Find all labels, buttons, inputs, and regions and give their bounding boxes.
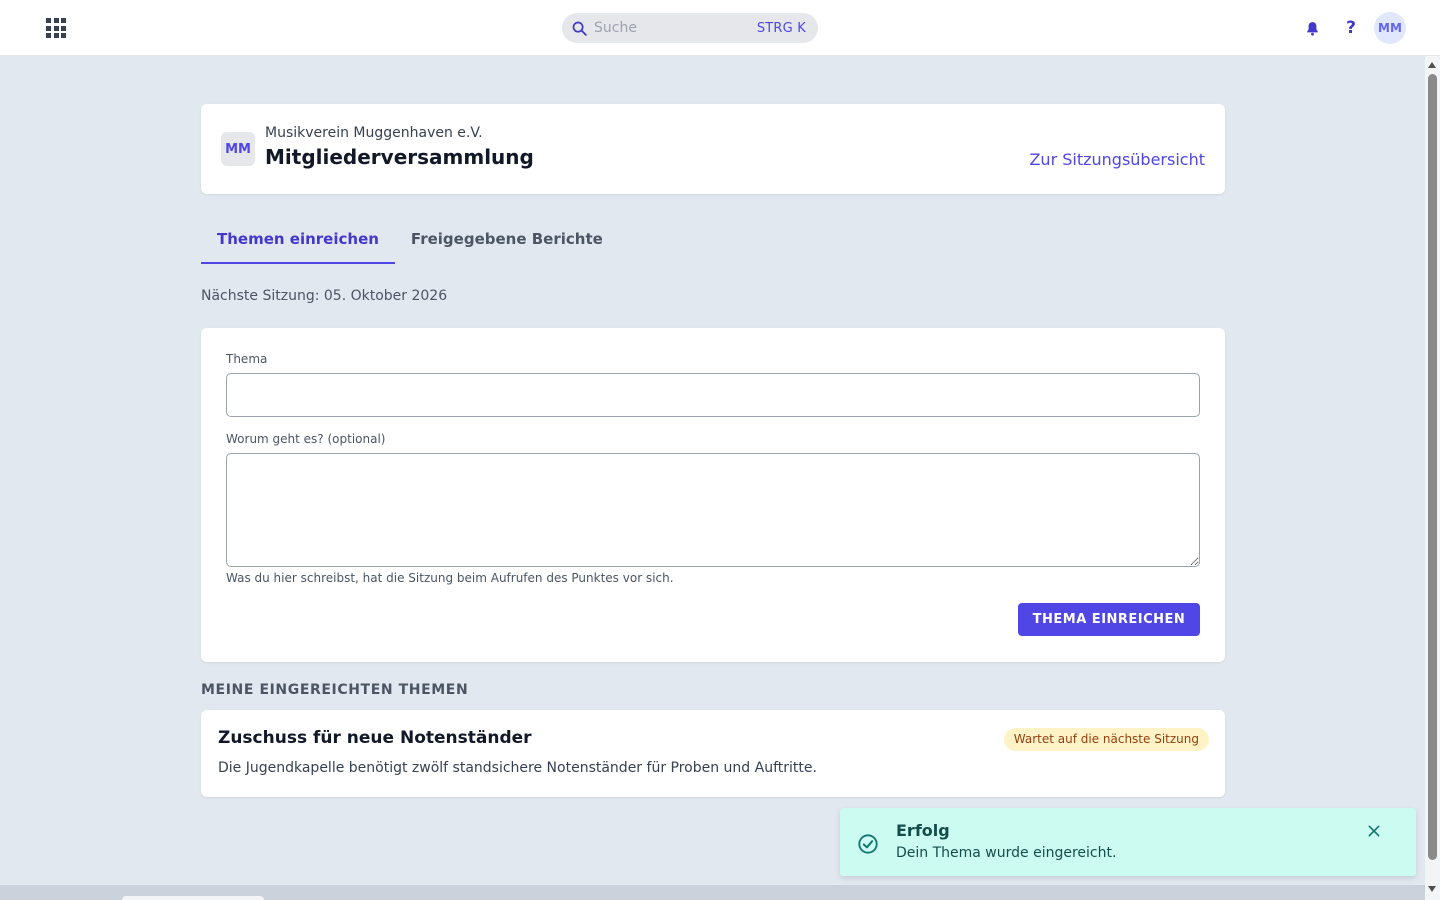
topic-field[interactable] bbox=[226, 373, 1200, 417]
session-overview-link[interactable]: Zur Sitzungsübersicht bbox=[1029, 150, 1205, 169]
topic-description: Die Jugendkapelle benötigt zwölf standsi… bbox=[218, 760, 817, 776]
scrollbar-thumb[interactable] bbox=[1428, 74, 1437, 860]
footer-element bbox=[122, 896, 264, 900]
page-title: Mitgliederversammlung bbox=[265, 145, 534, 169]
organization-badge: MM bbox=[221, 132, 255, 166]
my-topics-heading: MEINE EINGEREICHTEN THEMEN bbox=[201, 682, 469, 698]
description-helper-text: Was du hier schreibst, hat die Sitzung b… bbox=[226, 571, 674, 585]
tab-submit-topics[interactable]: Themen einreichen bbox=[201, 222, 395, 264]
search-input[interactable]: Suche STRG K bbox=[562, 13, 818, 43]
status-badge: Wartet auf die nächste Sitzung bbox=[1003, 728, 1209, 751]
help-icon[interactable]: ? bbox=[1339, 16, 1363, 40]
search-icon bbox=[572, 21, 587, 36]
search-placeholder: Suche bbox=[594, 20, 637, 36]
topic-form-card: Thema Worum geht es? (optional) Was du h… bbox=[201, 328, 1225, 662]
topic-title: Zuschuss für neue Notenständer bbox=[218, 728, 532, 748]
toast-message: Dein Thema wurde eingereicht. bbox=[896, 845, 1117, 861]
check-circle-icon bbox=[858, 834, 878, 854]
success-toast: Erfolg Dein Thema wurde eingereicht. bbox=[840, 808, 1416, 876]
bell-icon[interactable] bbox=[1300, 16, 1324, 40]
submit-topic-button[interactable]: THEMA EINREICHEN bbox=[1018, 603, 1200, 636]
scroll-down-icon[interactable] bbox=[1428, 886, 1436, 892]
avatar[interactable]: MM bbox=[1374, 12, 1406, 44]
page-scrollbar[interactable] bbox=[1425, 56, 1440, 900]
list-item[interactable]: Zuschuss für neue Notenständer Wartet au… bbox=[201, 710, 1225, 797]
footer-bar bbox=[0, 885, 1425, 900]
organization-name: Musikverein Muggenhaven e.V. bbox=[265, 125, 483, 141]
next-session-date: Nächste Sitzung: 05. Oktober 2026 bbox=[201, 288, 448, 304]
top-bar: Suche STRG K ? MM bbox=[0, 0, 1440, 56]
description-field-label: Worum geht es? (optional) bbox=[226, 432, 386, 446]
toast-title: Erfolg bbox=[896, 821, 950, 840]
description-field[interactable] bbox=[226, 453, 1200, 567]
scroll-up-icon[interactable] bbox=[1428, 62, 1436, 68]
apps-grid-icon[interactable] bbox=[44, 16, 68, 40]
topic-field-label: Thema bbox=[226, 352, 268, 366]
tab-bar: Themen einreichen Freigegebene Berichte bbox=[201, 222, 619, 264]
meeting-header-card: MM Musikverein Muggenhaven e.V. Mitglied… bbox=[201, 104, 1225, 194]
tab-shared-reports[interactable]: Freigegebene Berichte bbox=[395, 222, 619, 264]
close-icon[interactable] bbox=[1364, 821, 1384, 841]
search-shortcut: STRG K bbox=[756, 20, 806, 36]
